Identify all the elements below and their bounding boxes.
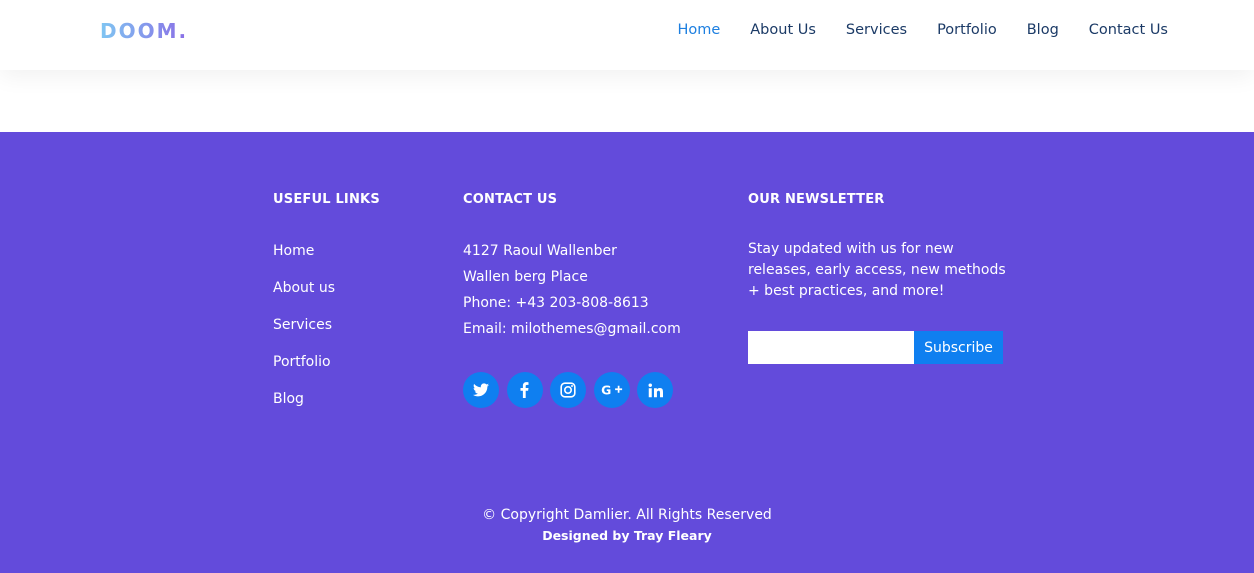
newsletter-form: Subscribe [748, 331, 1003, 364]
site-footer: USEFUL LINKS Home About us Services Port… [0, 132, 1254, 573]
contact-title: CONTACT US [463, 192, 558, 207]
useful-links-title: USEFUL LINKS [273, 192, 380, 207]
footer-link-home[interactable]: Home [273, 243, 314, 259]
nav-blog[interactable]: Blog [1027, 22, 1059, 38]
instagram-icon[interactable] [550, 372, 586, 408]
main-nav: Home About Us Services Portfolio Blog Co… [647, 0, 1168, 60]
social-links: G [463, 372, 681, 408]
newsletter-title: OUR NEWSLETTER [748, 192, 885, 207]
footer-link-about-us[interactable]: About us [273, 280, 335, 296]
copyright-text: © Copyright Damlier. All Rights Reserved [482, 507, 772, 523]
list-item: Portfolio [273, 351, 335, 388]
address-line-2: Wallen berg Place [463, 269, 588, 285]
google-plus-icon[interactable]: G [593, 372, 630, 408]
svg-text:G: G [601, 383, 611, 397]
footer-link-services[interactable]: Services [273, 317, 332, 333]
list-item: Blog [273, 388, 335, 425]
footer-link-portfolio[interactable]: Portfolio [273, 354, 331, 370]
nav-about-us[interactable]: About Us [750, 22, 816, 38]
email-text: Email: milothemes@gmail.com [463, 321, 681, 337]
address-line-1: 4127 Raoul Wallenber [463, 243, 617, 259]
logo-wordmark: DOOM. [100, 19, 188, 43]
list-item: Home [273, 240, 335, 277]
nav-contact-us[interactable]: Contact Us [1089, 22, 1168, 38]
newsletter-description: Stay updated with us for new releases, e… [748, 241, 1006, 299]
footer-link-blog[interactable]: Blog [273, 391, 304, 407]
linkedin-icon[interactable] [637, 372, 673, 408]
designed-by-text: Designed by Tray Fleary [542, 528, 712, 543]
site-logo[interactable]: DOOM. [100, 17, 196, 43]
list-item: Services [273, 314, 335, 351]
logo-text: DOOM. [100, 19, 188, 43]
site-header: DOOM. Home About Us Services Portfolio B… [0, 0, 1254, 70]
subscribe-button[interactable]: Subscribe [914, 331, 1003, 364]
newsletter-email-input[interactable] [748, 331, 914, 364]
nav-portfolio[interactable]: Portfolio [937, 22, 997, 38]
twitter-icon[interactable] [463, 372, 499, 408]
phone-text: Phone: +43 203-808-8613 [463, 295, 649, 311]
nav-services[interactable]: Services [846, 22, 907, 38]
facebook-icon[interactable] [506, 372, 543, 408]
list-item: About us [273, 277, 335, 314]
content-spacer [0, 70, 1254, 132]
nav-home[interactable]: Home [677, 22, 720, 38]
contact-info: 4127 Raoul Wallenber Wallen berg Place P… [463, 242, 681, 346]
useful-links-list: Home About us Services Portfolio Blog [273, 240, 335, 425]
